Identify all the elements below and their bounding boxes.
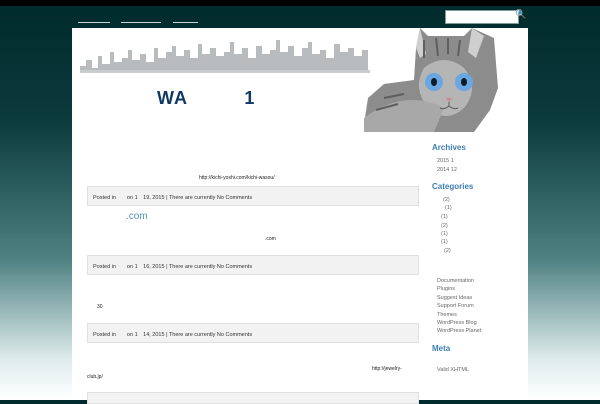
category-count[interactable]: (1) [441, 214, 448, 220]
blogroll-link[interactable]: Themes [437, 312, 457, 318]
post-4-excerpt-link-end[interactable]: club.jp/ [87, 374, 103, 380]
category-count[interactable]: (1) [445, 205, 452, 211]
category-count[interactable]: (2) [444, 248, 451, 254]
post-2-title[interactable]: .com [126, 211, 148, 222]
category-count[interactable]: (2) [443, 197, 450, 203]
post-1-meta: Posted in on 1 19, 2015 | There are curr… [87, 186, 419, 206]
nav-item-1[interactable] [78, 14, 110, 23]
post-2-excerpt: .com [265, 236, 276, 242]
categories-heading: Categories [432, 182, 474, 191]
kitten-image [364, 28, 498, 132]
post-3-meta: Posted in on 1 14, 2015 | There are curr… [87, 323, 419, 343]
valid-xhtml-link[interactable]: Valid XHTML [437, 367, 469, 373]
post-3-excerpt: 30 [97, 304, 103, 310]
site-header: WA 1 [72, 28, 528, 132]
meta-heading: Meta [432, 344, 451, 353]
search-button[interactable]: 🔍 [515, 9, 526, 20]
category-count[interactable]: (1) [441, 239, 448, 245]
blogroll-link[interactable]: Documentation [437, 278, 474, 284]
top-black-bar [0, 0, 600, 6]
content-area: WA 1 http://kichi-yoshi.com/kichi-wasou/… [72, 28, 528, 404]
blogroll-link[interactable]: Suggest Ideas [437, 295, 472, 301]
post-2-meta: Posted in on 1 16, 2015 | There are curr… [87, 255, 419, 275]
post-4-excerpt-link[interactable]: http://jewelry- [372, 366, 402, 372]
category-count[interactable]: (2) [441, 223, 448, 229]
blogroll-link[interactable]: WordPress Planet [437, 328, 481, 334]
category-count[interactable]: (1) [441, 231, 448, 237]
nav-item-3[interactable] [173, 14, 198, 23]
search-input[interactable] [445, 10, 519, 24]
nav-item-2[interactable] [121, 14, 161, 23]
archive-link[interactable]: 2014 12 [437, 167, 457, 173]
blogroll-link[interactable]: Plugins [437, 286, 455, 292]
post-4-meta [87, 392, 419, 404]
archives-heading: Archives [432, 143, 466, 152]
blogroll-link[interactable]: WordPress Blog [437, 320, 477, 326]
site-title[interactable]: WA 1 [157, 84, 255, 110]
magnifier-icon: 🔍 [515, 9, 527, 19]
archive-link[interactable]: 2015 1 [437, 158, 454, 164]
post-1-excerpt[interactable]: http://kichi-yoshi.com/kichi-wasou/ [199, 175, 275, 181]
blogroll-link[interactable]: Support Forum [437, 303, 474, 309]
